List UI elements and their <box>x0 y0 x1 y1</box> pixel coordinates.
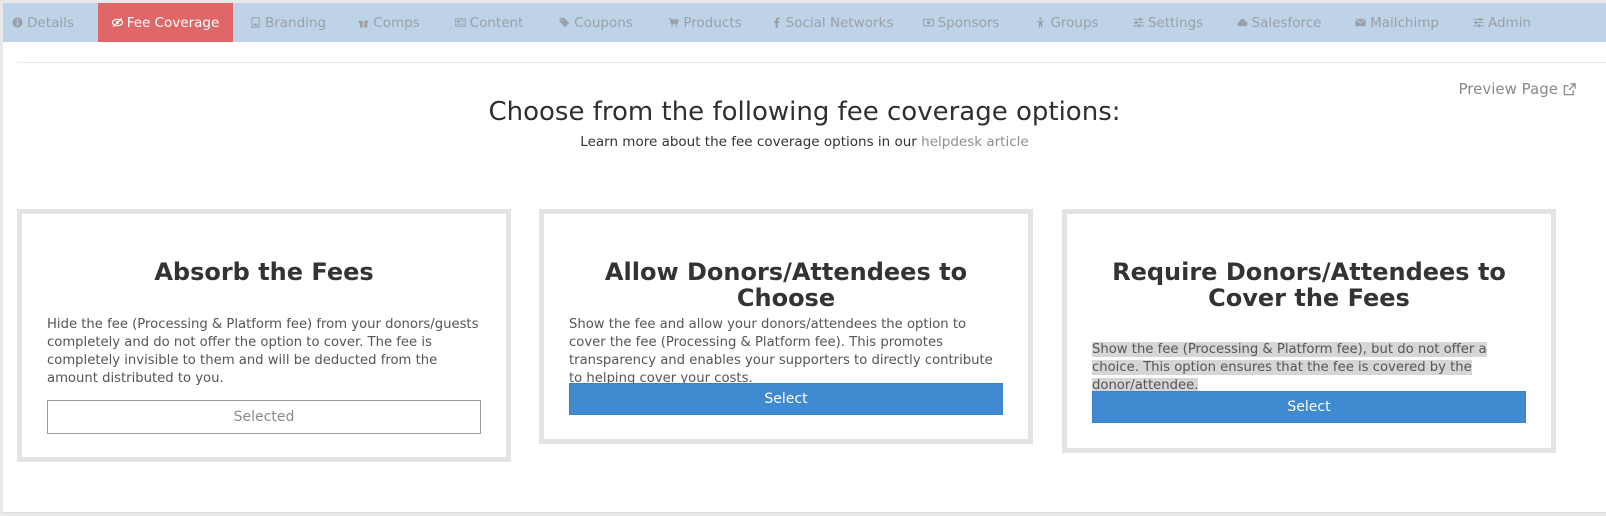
option-card-require-cover: Require Donors/Attendees to Cover the Fe… <box>1062 209 1556 453</box>
tab-label: Products <box>683 14 742 31</box>
tab-label: Coupons <box>574 14 633 31</box>
info-circle-icon <box>12 17 23 28</box>
tab-bar: Details Fee Coverage Branding Comps Cont… <box>3 3 1606 42</box>
tab-label: Comps <box>373 14 420 31</box>
tab-branding[interactable]: Branding <box>250 3 327 42</box>
preview-page-link[interactable]: Preview Page <box>1459 80 1576 98</box>
subtitle-text: Learn more about the fee coverage option… <box>580 134 922 150</box>
tab-groups[interactable]: Groups <box>1035 3 1099 42</box>
tab-label: Details <box>27 14 74 31</box>
option-title: Require Donors/Attendees to Cover the Fe… <box>1112 258 1506 312</box>
image-file-icon <box>250 17 261 28</box>
tab-mailchimp[interactable]: Mailchimp <box>1355 3 1439 42</box>
tab-label: Content <box>469 14 524 31</box>
tab-details[interactable]: Details <box>3 3 83 42</box>
tab-salesforce[interactable]: Salesforce <box>1236 3 1322 42</box>
page-title: Choose from the following fee coverage o… <box>488 97 1121 127</box>
child-icon <box>1035 17 1046 28</box>
tab-label: Sponsors <box>937 14 1000 31</box>
tab-admin[interactable]: Admin <box>1473 3 1532 42</box>
divider <box>17 62 1606 63</box>
tab-social-networks[interactable]: Social Networks <box>773 3 893 42</box>
option-description: Show the fee and allow your donors/atten… <box>569 317 993 386</box>
option-card-absorb-fees: Absorb the Fees Hide the fee (Processing… <box>17 209 511 462</box>
envelope-icon <box>1355 17 1366 28</box>
tab-settings[interactable]: Settings <box>1133 3 1204 42</box>
sliders-icon <box>1133 17 1144 28</box>
tab-label: Mailchimp <box>1370 14 1439 31</box>
newspaper-icon <box>454 17 466 28</box>
helpdesk-article-link[interactable]: helpdesk article <box>921 134 1029 150</box>
tab-label: Settings <box>1147 14 1204 31</box>
tab-products[interactable]: Products <box>668 3 742 42</box>
select-button[interactable]: Select <box>1092 391 1526 423</box>
cart-icon <box>668 17 680 28</box>
option-title: Allow Donors/Attendees to Choose <box>604 258 968 312</box>
tags-icon <box>559 17 570 28</box>
tab-label: Branding <box>264 14 327 31</box>
tab-content[interactable]: Content <box>454 3 524 42</box>
tab-label: Salesforce <box>1251 14 1322 31</box>
option-title: Absorb the Fees <box>154 258 374 286</box>
sliders-icon <box>1473 17 1484 28</box>
preview-page-label: Preview Page <box>1458 80 1558 98</box>
option-description: Show the fee (Processing & Platform fee)… <box>1092 341 1526 395</box>
external-link-icon <box>1563 82 1576 95</box>
tab-label: Social Networks <box>785 14 894 31</box>
tab-label: Admin <box>1487 14 1532 31</box>
gift-icon <box>358 17 369 28</box>
selected-button[interactable]: Selected <box>47 400 481 434</box>
tab-label: Groups <box>1050 14 1099 31</box>
tab-sponsors[interactable]: Sponsors <box>922 3 1000 42</box>
money-bill-icon <box>922 17 934 28</box>
tab-coupons[interactable]: Coupons <box>559 3 633 42</box>
cloud-icon <box>1236 17 1248 28</box>
eye-slash-icon <box>111 17 123 28</box>
page-subtitle: Learn more about the fee coverage option… <box>3 134 1606 150</box>
highlighted-description: Show the fee (Processing & Platform fee)… <box>1092 342 1487 393</box>
tab-label: Fee Coverage <box>126 14 220 31</box>
tab-comps[interactable]: Comps <box>358 3 420 42</box>
option-card-allow-choose: Allow Donors/Attendees to Choose Show th… <box>539 209 1033 444</box>
facebook-icon <box>771 17 782 28</box>
tab-fee-coverage[interactable]: Fee Coverage <box>98 3 233 42</box>
option-description: Hide the fee (Processing & Platform fee)… <box>47 317 479 386</box>
select-button[interactable]: Select <box>569 383 1003 415</box>
